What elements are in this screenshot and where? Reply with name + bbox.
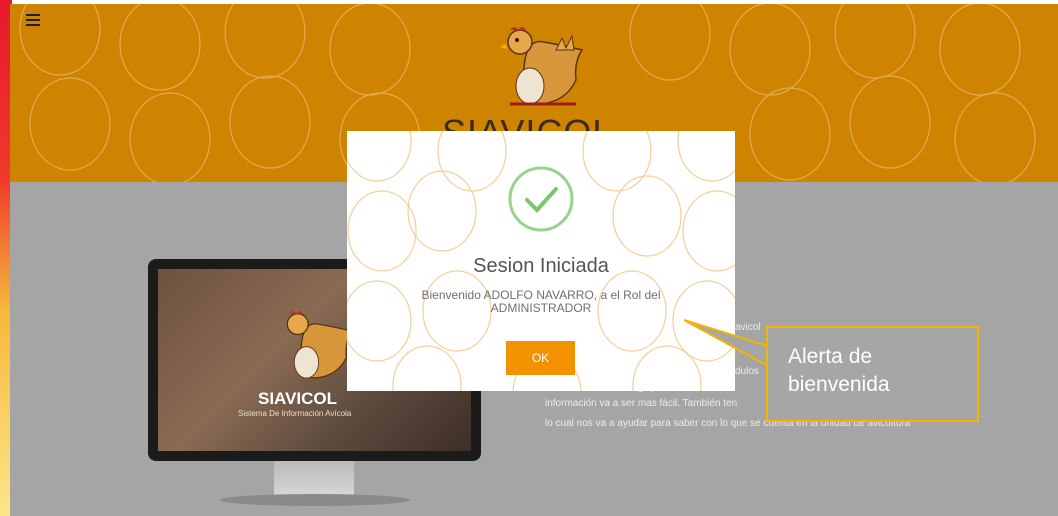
monitor-stand-base: [220, 494, 410, 506]
alert-title: Sesion Iniciada: [473, 255, 609, 277]
callout-text-line1: Alerta de: [788, 345, 873, 368]
callout-text-line2: bienvenida: [788, 373, 890, 396]
alert-message: Bienvenido ADOLFO NAVARRO, a el Rol del …: [421, 288, 661, 315]
monitor-stand: [274, 461, 354, 497]
monitor-screen-brand: SIAVICOL: [258, 389, 338, 408]
hen-with-egg-logo: [500, 27, 584, 106]
monitor-screen-subtitle: Sistema De Información Avícola: [238, 409, 352, 418]
welcome-alert-dialog: Sesion Iniciada Bienvenido ADOLFO NAVARR…: [347, 131, 735, 391]
welcome-alert-callout: Alerta de bienvenida: [766, 326, 979, 422]
success-check-icon: [508, 166, 574, 232]
monitor-hen-logo: [286, 311, 353, 379]
hamburger-menu-icon[interactable]: [26, 14, 40, 26]
ok-button[interactable]: OK: [506, 341, 575, 375]
callout-pointer: [683, 319, 769, 367]
